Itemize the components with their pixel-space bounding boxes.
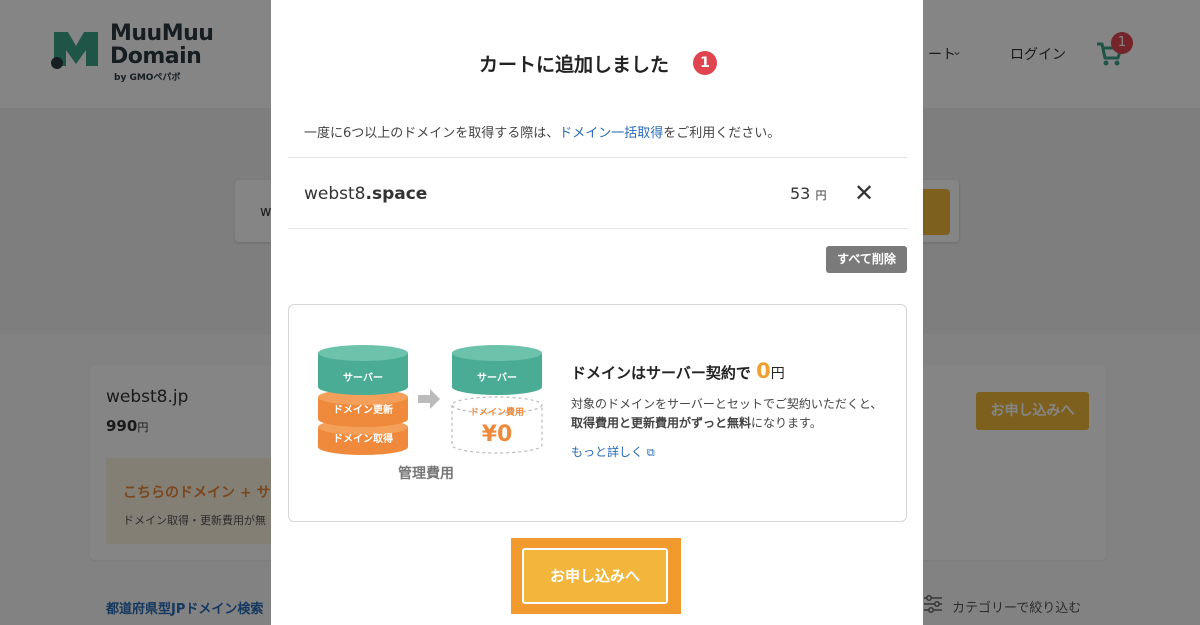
management-fee-label: 管理費用 xyxy=(398,466,454,482)
cart-item-price: 53 円 xyxy=(790,184,826,203)
promo-yen: 円 xyxy=(770,366,785,382)
bulk-notice-after: をご利用ください。 xyxy=(663,126,781,141)
cart-item-price-yen: 円 xyxy=(815,189,827,202)
cyl-fee-label: ドメイン費用 xyxy=(470,406,524,418)
promo-headline-text: ドメインはサーバー契約で xyxy=(571,364,751,382)
promo-headline: ドメインはサーバー契約で 0円 xyxy=(571,359,785,383)
promo-desc-bold: 取得費用と更新費用がずっと無料 xyxy=(571,416,752,430)
cylinder-server-left: サーバー xyxy=(318,345,408,395)
delete-all-button[interactable]: すべて削除 xyxy=(826,246,907,273)
promo-zero: 0 xyxy=(756,359,771,383)
cyl-renew-label: ドメイン更新 xyxy=(333,403,393,416)
modal-count-badge: 1 xyxy=(693,51,717,75)
cylinder-server-right: サーバー xyxy=(452,345,542,395)
promo-illustration: ドメイン取得 ドメイン更新 サーバー サーバー ドメイン費用 ¥0 xyxy=(318,345,543,455)
modal-title: カートに追加しました xyxy=(479,54,670,76)
cart-item-name: webst8 xyxy=(304,184,366,204)
promo-desc-1: 対象のドメインをサーバーとセットでご契約いただくと、 xyxy=(571,397,883,411)
promo-desc-rest: になります。 xyxy=(751,416,822,430)
cart-item-price-value: 53 xyxy=(790,184,811,203)
cyl-server-label: サーバー xyxy=(343,372,383,384)
bulk-notice-before: 一度に6つ以上のドメインを取得する際は、 xyxy=(304,126,560,141)
divider-top xyxy=(288,157,907,158)
divider-bottom xyxy=(288,228,907,229)
cyl-acquire-label: ドメイン取得 xyxy=(333,432,393,445)
cyl-zero-label: ¥0 xyxy=(482,422,513,447)
learn-more-text: もっと詳しく xyxy=(571,445,644,459)
promo-desc-2: 取得費用と更新費用がずっと無料になります。 xyxy=(571,414,822,431)
cyl-server-label-right: サーバー xyxy=(477,372,517,384)
cart-item-domain: webst8.space xyxy=(304,184,427,204)
external-link-icon: ⧉ xyxy=(646,446,655,459)
cart-item-tld: .space xyxy=(365,184,428,204)
close-icon[interactable]: ✕ xyxy=(852,179,876,207)
arrow-right-icon xyxy=(418,389,440,409)
cylinder-free-fee: ドメイン費用 ¥0 xyxy=(451,396,543,454)
bulk-notice: 一度に6つ以上のドメインを取得する際は、ドメイン一括取得をご利用ください。 xyxy=(304,122,780,141)
learn-more-link[interactable]: もっと詳しく ⧉ xyxy=(571,443,655,460)
bulk-acquire-link[interactable]: ドメイン一括取得 xyxy=(559,126,663,141)
apply-button[interactable]: お申し込みへ xyxy=(522,548,668,604)
